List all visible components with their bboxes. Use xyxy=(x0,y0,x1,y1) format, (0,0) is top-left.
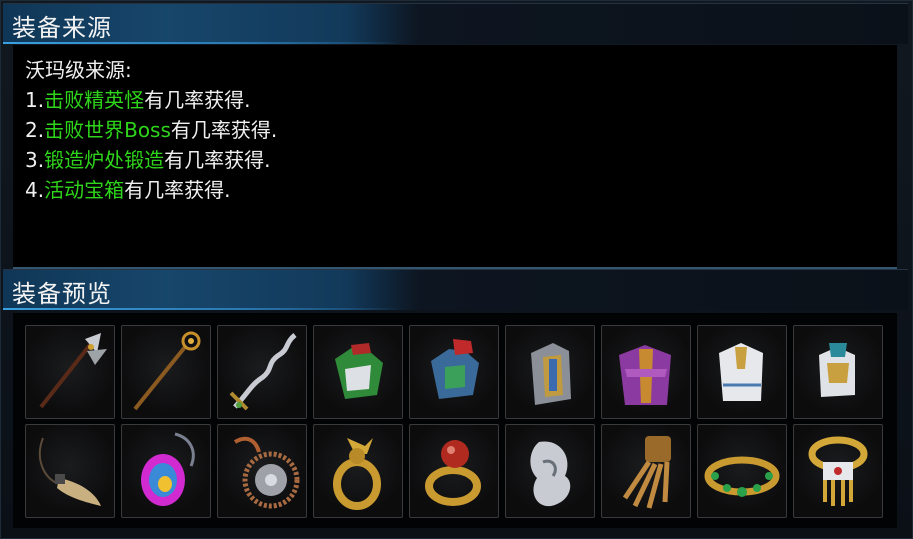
source-item-number: 3. xyxy=(25,148,45,172)
source-item: 1.击败精英怪有几率获得. xyxy=(25,85,277,115)
dragon-ring-icon xyxy=(333,438,381,510)
equipment-slot[interactable] xyxy=(505,424,595,518)
skeletal-gauntlet-icon xyxy=(622,436,671,509)
source-item-highlight: 活动宝箱 xyxy=(44,178,125,202)
grey-robe-armor-icon xyxy=(531,343,571,405)
silver-claw-ring-icon xyxy=(530,441,571,507)
emerald-belt-icon xyxy=(704,456,780,497)
source-item-highlight: 击败世界Boss xyxy=(44,118,171,142)
preview-section-header: 装备预览 xyxy=(3,269,908,310)
equipment-preview-box xyxy=(13,313,897,528)
white-vest-armor-icon xyxy=(819,343,855,397)
equipment-slot[interactable] xyxy=(793,325,883,419)
equipment-slot[interactable] xyxy=(121,424,211,518)
equipment-slot[interactable] xyxy=(217,325,307,419)
equipment-slot[interactable] xyxy=(601,424,691,518)
source-item: 2.击败世界Boss有几率获得. xyxy=(25,115,277,145)
white-tunic-armor-icon xyxy=(719,343,763,401)
purple-robe-armor-icon xyxy=(619,345,671,405)
ornate-bracelet-icon xyxy=(808,436,868,506)
source-list: 沃玛级来源: 1.击败精英怪有几率获得. 2.击败世界Boss有几率获得. 3.… xyxy=(25,55,277,205)
equipment-slot[interactable] xyxy=(121,325,211,419)
equipment-slot[interactable] xyxy=(601,325,691,419)
tooth-necklace-icon xyxy=(38,437,101,506)
source-item: 4.活动宝箱有几率获得. xyxy=(25,175,277,205)
equipment-slot[interactable] xyxy=(217,424,307,518)
rainbow-gem-amulet-icon xyxy=(141,432,195,506)
equipment-slot[interactable] xyxy=(313,424,403,518)
staff-weapon-icon xyxy=(133,331,201,411)
equipment-slot[interactable] xyxy=(25,325,115,419)
equipment-slot[interactable] xyxy=(793,424,883,518)
equipment-slot[interactable] xyxy=(697,424,787,518)
source-section-header: 装备来源 xyxy=(3,3,908,44)
source-item-suffix: 有几率获得. xyxy=(124,178,231,202)
source-item: 3.锻造炉处锻造有几率获得. xyxy=(25,145,277,175)
bead-medallion-icon xyxy=(233,436,300,509)
axe-weapon-icon xyxy=(39,333,107,409)
source-heading: 沃玛级来源: xyxy=(25,58,132,82)
source-info-box: 沃玛级来源: 1.击败精英怪有几率获得. 2.击败世界Boss有几率获得. 3.… xyxy=(13,45,897,269)
source-item-number: 4. xyxy=(25,178,45,202)
equipment-slot[interactable] xyxy=(505,325,595,419)
equipment-slot[interactable] xyxy=(409,325,499,419)
equipment-panel: 装备来源 沃玛级来源: 1.击败精英怪有几率获得. 2.击败世界Boss有几率获… xyxy=(0,0,913,539)
equipment-slot[interactable] xyxy=(409,424,499,518)
source-section-title: 装备来源 xyxy=(12,14,112,42)
green-armor-icon xyxy=(335,343,383,399)
blue-red-armor-icon xyxy=(431,339,479,399)
source-item-highlight: 击败精英怪 xyxy=(44,88,145,112)
equipment-slot[interactable] xyxy=(313,325,403,419)
equipment-grid xyxy=(25,325,885,520)
equipment-slot[interactable] xyxy=(697,325,787,419)
source-item-suffix: 有几率获得. xyxy=(170,118,278,142)
source-item-highlight: 锻造炉处锻造 xyxy=(44,148,165,172)
header-divider xyxy=(3,42,403,44)
ruby-gold-ring-icon xyxy=(425,440,481,506)
source-item-number: 2. xyxy=(25,118,45,142)
source-item-number: 1. xyxy=(25,88,45,112)
source-item-suffix: 有几率获得. xyxy=(144,88,251,112)
source-item-suffix: 有几率获得. xyxy=(164,148,271,172)
serpent-sword-icon xyxy=(229,333,297,411)
equipment-slot[interactable] xyxy=(25,424,115,518)
header-divider xyxy=(3,308,403,310)
preview-section-title: 装备预览 xyxy=(12,280,112,308)
